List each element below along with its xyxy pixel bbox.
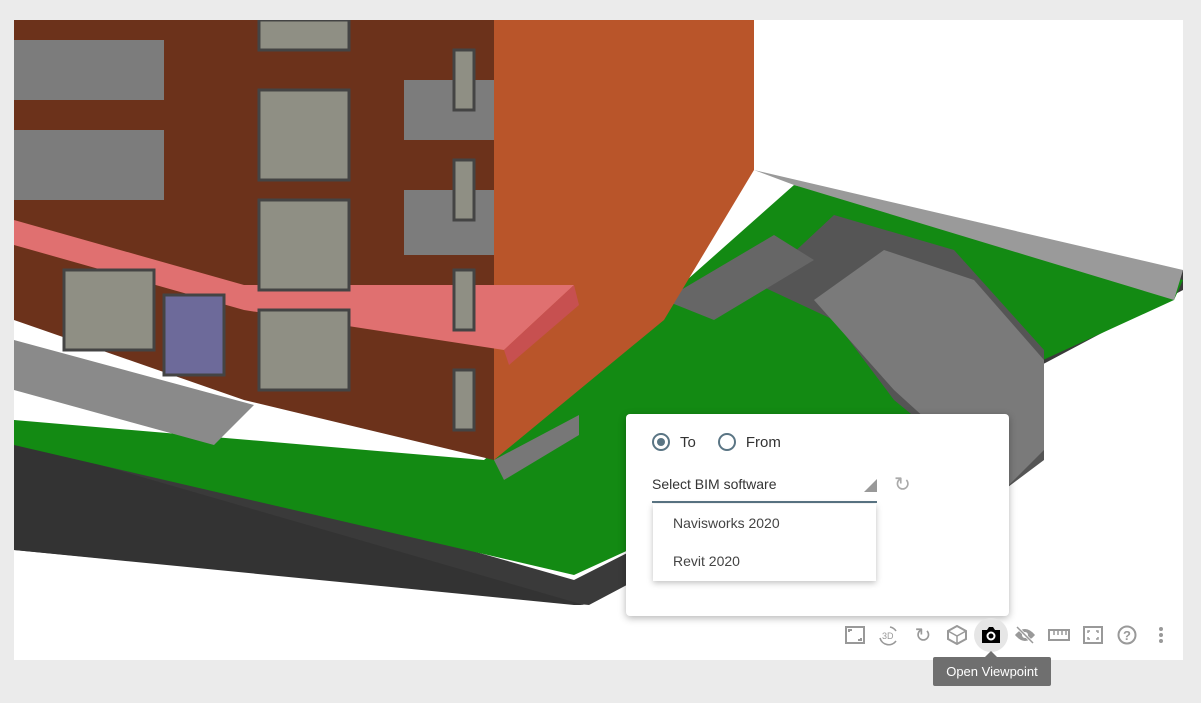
svg-text:?: ? xyxy=(1123,628,1131,643)
radio-from[interactable]: From xyxy=(717,433,781,451)
refresh-icon[interactable]: ↻ xyxy=(894,472,911,497)
dropdown-arrow-icon xyxy=(864,479,877,492)
fit-view-icon[interactable] xyxy=(838,621,872,649)
select-placeholder: Select BIM software xyxy=(652,476,777,492)
svg-text:3D: 3D xyxy=(882,631,894,641)
hide-icon[interactable] xyxy=(1008,621,1042,649)
radio-to[interactable]: To xyxy=(652,433,696,451)
radio-from-circle[interactable] xyxy=(717,433,736,451)
radio-to-label: To xyxy=(680,433,696,451)
rotate-3d-icon[interactable]: 3D xyxy=(872,621,906,649)
radio-to-circle[interactable] xyxy=(652,433,670,451)
tooltip-open-viewpoint: Open Viewpoint xyxy=(933,651,1051,686)
more-vert-icon[interactable] xyxy=(1144,621,1178,649)
bim-software-menu: Navisworks 2020 Revit 2020 xyxy=(653,504,876,581)
fullscreen-icon[interactable] xyxy=(1076,621,1110,649)
viewer-panel: To From Select BIM software ↻ Navisworks… xyxy=(14,20,1183,660)
viewer-toolbar: 3D ↻ ? xyxy=(838,618,1178,652)
cube-icon[interactable] xyxy=(940,621,974,649)
camera-icon[interactable] xyxy=(974,618,1008,652)
reset-icon[interactable]: ↻ xyxy=(906,621,940,649)
measure-ruler-icon[interactable] xyxy=(1042,621,1076,649)
bim-software-select[interactable]: Select BIM software xyxy=(652,472,877,503)
help-icon[interactable]: ? xyxy=(1110,621,1144,649)
menu-item-revit[interactable]: Revit 2020 xyxy=(653,542,876,580)
menu-item-navisworks[interactable]: Navisworks 2020 xyxy=(653,504,876,542)
radio-from-label: From xyxy=(745,433,781,451)
bim-export-popup: To From Select BIM software ↻ Navisworks… xyxy=(626,414,1009,616)
